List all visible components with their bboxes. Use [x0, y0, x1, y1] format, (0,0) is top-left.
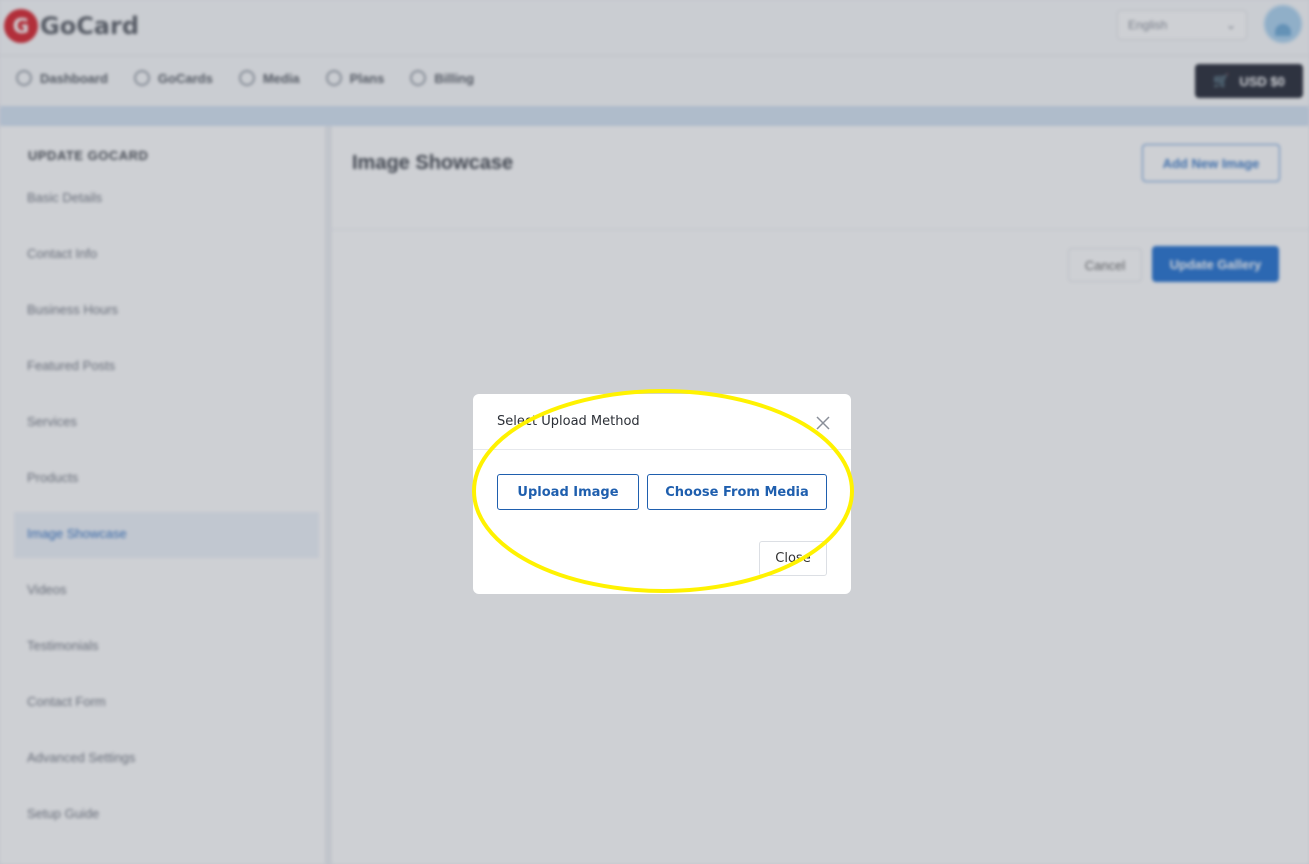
close-button[interactable]: Close [759, 541, 827, 576]
close-icon[interactable] [812, 412, 834, 434]
upload-method-modal: Select Upload Method Upload Image Choose… [473, 394, 851, 594]
upload-image-button[interactable]: Upload Image [497, 474, 639, 510]
modal-header: Select Upload Method [473, 394, 851, 450]
modal-title: Select Upload Method [497, 414, 640, 429]
choose-from-media-button[interactable]: Choose From Media [647, 474, 827, 510]
